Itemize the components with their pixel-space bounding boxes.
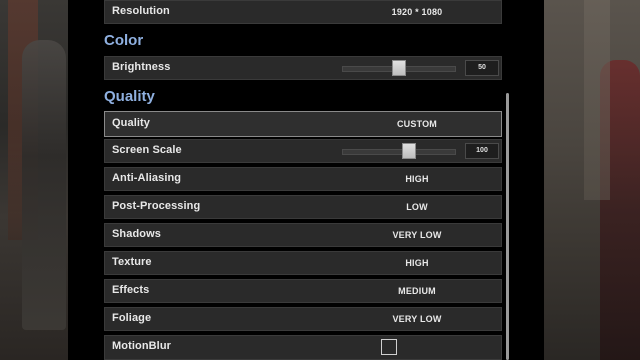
resolution-row[interactable]: Resolution 1920 * 1080 [104, 0, 502, 24]
motion-blur-label: MotionBlur [112, 340, 172, 352]
section-heading-quality: Quality [104, 88, 155, 105]
anti-aliasing-row[interactable]: Anti-Aliasing HIGH [104, 167, 502, 191]
shadows-label: Shadows [112, 228, 161, 240]
section-heading-color: Color [104, 32, 144, 49]
foliage-row[interactable]: Foliage VERY LOW [104, 307, 502, 331]
screen-scale-slider-track[interactable] [342, 149, 456, 155]
shadows-row[interactable]: Shadows VERY LOW [104, 223, 502, 247]
background-scene-left [0, 0, 68, 360]
shadows-value[interactable]: VERY LOW [335, 230, 499, 240]
brightness-slider-thumb[interactable] [392, 60, 406, 76]
effects-row[interactable]: Effects MEDIUM [104, 279, 502, 303]
brightness-label: Brightness [112, 61, 171, 73]
screen-scale-slider-thumb[interactable] [402, 143, 416, 159]
background-scene-right [544, 0, 640, 360]
quality-value[interactable]: CUSTOM [335, 119, 499, 129]
texture-row[interactable]: Texture HIGH [104, 251, 502, 275]
effects-label: Effects [112, 284, 150, 296]
quality-preset-row[interactable]: Quality CUSTOM [104, 111, 502, 137]
post-processing-row[interactable]: Post-Processing LOW [104, 195, 502, 219]
motion-blur-checkbox[interactable] [381, 339, 397, 355]
panel-scrollbar[interactable] [506, 93, 509, 360]
motion-blur-row[interactable]: MotionBlur [104, 335, 502, 360]
texture-label: Texture [112, 256, 152, 268]
anti-aliasing-label: Anti-Aliasing [112, 172, 182, 184]
settings-panel: Resolution 1920 * 1080 Color Brightness … [68, 0, 544, 360]
foliage-value[interactable]: VERY LOW [335, 314, 499, 324]
post-processing-label: Post-Processing [112, 200, 201, 212]
quality-label: Quality [112, 117, 150, 129]
brightness-value-box[interactable]: 50 [465, 60, 499, 76]
post-processing-value[interactable]: LOW [335, 202, 499, 212]
screen-scale-row[interactable]: Screen Scale 100 [104, 139, 502, 163]
texture-value[interactable]: HIGH [335, 258, 499, 268]
brightness-row[interactable]: Brightness 50 [104, 56, 502, 80]
screen-scale-label: Screen Scale [112, 144, 182, 156]
resolution-label: Resolution [112, 5, 170, 17]
screen-scale-value-box[interactable]: 100 [465, 143, 499, 159]
resolution-value[interactable]: 1920 * 1080 [335, 7, 499, 17]
foliage-label: Foliage [112, 312, 152, 324]
effects-value[interactable]: MEDIUM [335, 286, 499, 296]
anti-aliasing-value[interactable]: HIGH [335, 174, 499, 184]
